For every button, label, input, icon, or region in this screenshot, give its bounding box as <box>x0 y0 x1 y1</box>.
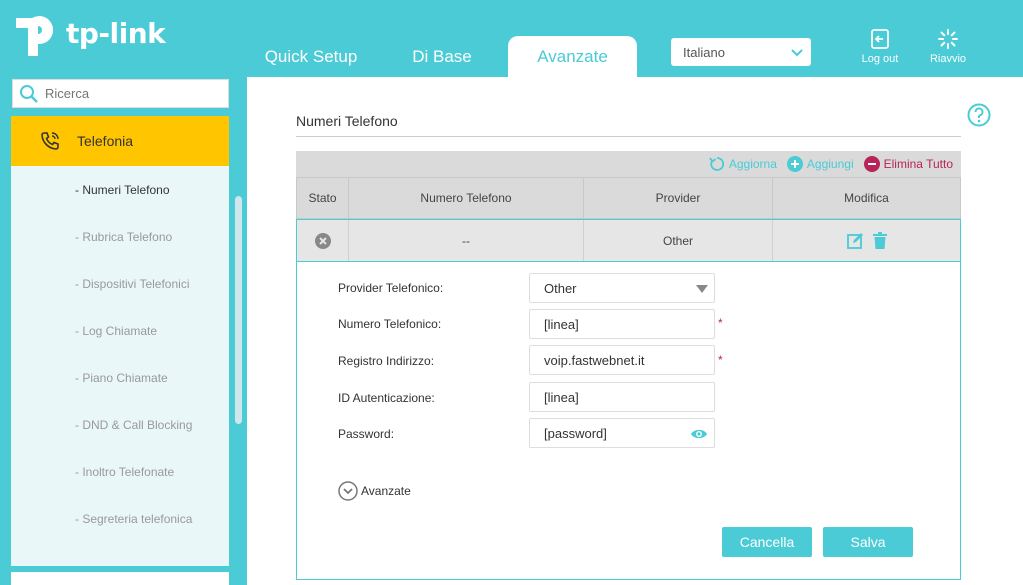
required-mark: * <box>718 353 723 367</box>
status-cell <box>297 220 349 261</box>
reboot-icon <box>938 29 958 49</box>
col-header-modifica: Modifica <box>844 191 889 205</box>
sidebar: Telefonia - Numeri Telefono - Rubrica Te… <box>11 116 229 566</box>
password-label: Password: <box>338 427 395 441</box>
provider-selected: Other <box>544 280 577 296</box>
reboot-button[interactable]: Riavvio <box>918 28 978 65</box>
sidebar-next-section <box>11 572 229 585</box>
sidebar-section-label: Telefonia <box>77 133 134 149</box>
sidebar-item-numeri-telefono[interactable]: - Numeri Telefono <box>11 166 229 213</box>
refresh-button[interactable]: Aggiorna <box>709 156 777 172</box>
number-input[interactable]: [linea] <box>529 309 715 339</box>
delete-all-button[interactable]: Elimina Tutto <box>863 156 953 172</box>
modify-cell <box>773 220 960 261</box>
sidebar-item-inoltro-telefonate[interactable]: - Inoltro Telefonate <box>11 448 229 495</box>
cancel-button[interactable]: Cancella <box>722 527 812 557</box>
tab-avanzate[interactable]: Avanzate <box>508 36 637 77</box>
delete-all-label: Elimina Tutto <box>883 157 953 171</box>
auth-id-input[interactable]: [linea] <box>529 382 715 412</box>
tp-link-logo: tp-link <box>10 8 166 58</box>
required-mark: * <box>718 316 723 330</box>
logout-icon <box>871 29 889 49</box>
reboot-label: Riavvio <box>929 53 967 65</box>
title-divider <box>296 136 961 137</box>
phone-icon <box>41 132 59 150</box>
logout-label: Log out <box>861 53 899 65</box>
tab-di-base[interactable]: Di Base <box>386 36 498 77</box>
edit-icon[interactable] <box>846 232 864 250</box>
sidebar-item-log-chiamate[interactable]: - Log Chiamate <box>11 307 229 354</box>
table-row[interactable]: -- Other <box>296 219 961 262</box>
phone-numbers-table: Stato Numero Telefono Provider Modifica … <box>296 177 961 262</box>
sidebar-item-dnd-call-blocking[interactable]: - DND & Call Blocking <box>11 401 229 448</box>
status-disabled-icon <box>314 232 331 249</box>
col-header-provider: Provider <box>584 178 773 218</box>
chevron-down-circle-icon <box>338 481 358 501</box>
advanced-toggle[interactable]: Avanzate <box>338 481 411 501</box>
sidebar-section-telefonia[interactable]: Telefonia <box>11 116 229 166</box>
help-icon[interactable] <box>967 103 991 132</box>
add-button[interactable]: Aggiungi <box>786 156 854 172</box>
search-input[interactable] <box>45 86 215 101</box>
password-value: [password] <box>544 425 607 441</box>
registrar-label: Registro Indirizzo: <box>338 354 435 368</box>
minus-circle-icon <box>863 156 880 172</box>
chevron-down-icon <box>789 44 805 63</box>
sidebar-item-segreteria-telefonica[interactable]: - Segreteria telefonica <box>11 495 229 542</box>
table-header: Stato Numero Telefono Provider Modifica <box>296 177 961 219</box>
language-selected: Italiano <box>683 44 725 60</box>
col-header-stato: Stato <box>297 178 349 218</box>
provider-cell: Other <box>584 220 773 261</box>
logout-button[interactable]: Log out <box>850 28 910 65</box>
search-icon <box>20 84 38 103</box>
brand-name: tp-link <box>66 16 166 50</box>
refresh-icon <box>709 157 724 171</box>
auth-id-label: ID Autenticazione: <box>338 391 435 405</box>
tp-link-logo-icon <box>10 8 60 58</box>
refresh-label: Aggiorna <box>728 157 777 171</box>
tab-quick-setup[interactable]: Quick Setup <box>255 36 367 77</box>
plus-circle-icon <box>786 156 803 172</box>
number-label: Numero Telefonico: <box>338 317 442 331</box>
sidebar-scrollbar[interactable] <box>235 196 242 424</box>
save-button[interactable]: Salva <box>823 527 913 557</box>
search-box[interactable] <box>12 79 229 108</box>
table-toolbar: Aggiorna Aggiungi Elimina Tutto <box>296 151 961 177</box>
number-cell: -- <box>349 220 584 261</box>
page-title: Numeri Telefono <box>296 113 398 129</box>
trash-icon[interactable] <box>872 231 888 250</box>
add-label: Aggiungi <box>806 157 854 171</box>
sidebar-item-rubrica-telefono[interactable]: - Rubrica Telefono <box>11 213 229 260</box>
provider-select[interactable]: Other <box>529 273 715 303</box>
col-header-numero: Numero Telefono <box>349 178 584 218</box>
language-select[interactable]: Italiano <box>671 38 811 66</box>
sidebar-item-piano-chiamate[interactable]: - Piano Chiamate <box>11 354 229 401</box>
eye-icon[interactable] <box>690 428 708 440</box>
sidebar-item-dispositivi-telefonici[interactable]: - Dispositivi Telefonici <box>11 260 229 307</box>
registrar-input[interactable]: voip.fastwebnet.it <box>529 345 715 375</box>
advanced-label: Avanzate <box>361 484 411 498</box>
provider-label: Provider Telefonico: <box>338 281 444 295</box>
password-input[interactable]: [password] <box>529 418 715 448</box>
caret-down-icon <box>696 285 708 293</box>
